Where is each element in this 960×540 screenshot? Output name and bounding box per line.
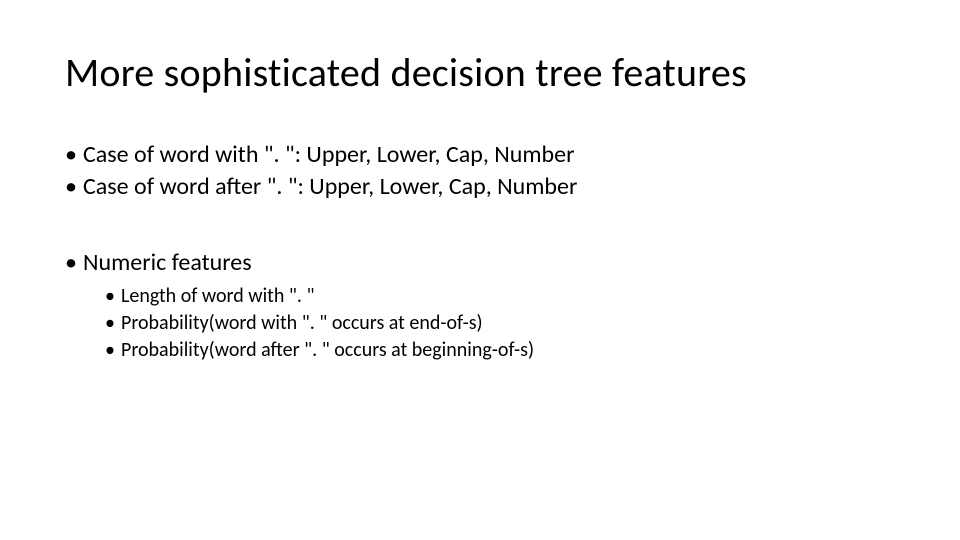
sub-bullet-group: •Length of word with ". " •Probability(w…: [105, 284, 885, 363]
sub-bullet-item: •Probability(word with ". " occurs at en…: [105, 311, 885, 336]
sub-bullet-text: Probability(word after ". " occurs at be…: [121, 338, 534, 362]
bullet-icon: •: [65, 172, 83, 202]
bullet-item: •Case of word with ". ": Upper, Lower, C…: [65, 140, 885, 170]
bullet-icon: •: [65, 140, 83, 170]
bullet-text: Numeric features: [83, 248, 252, 277]
sub-bullet-item: •Probability(word after ". " occurs at b…: [105, 338, 885, 363]
sub-bullet-item: •Length of word with ". ": [105, 284, 885, 309]
slide: More sophisticated decision tree feature…: [0, 0, 960, 540]
sub-bullet-text: Probability(word with ". " occurs at end…: [121, 311, 483, 335]
bullet-icon: •: [105, 311, 121, 336]
bullet-text: Case of word after ". ": Upper, Lower, C…: [83, 172, 577, 201]
slide-title: More sophisticated decision tree feature…: [65, 48, 747, 97]
bullet-icon: •: [105, 284, 121, 309]
bullet-icon: •: [65, 248, 83, 278]
bullet-icon: •: [105, 338, 121, 363]
bullet-item: •Case of word after ". ": Upper, Lower, …: [65, 172, 885, 202]
sub-bullet-text: Length of word with ". ": [121, 284, 315, 308]
slide-body: •Case of word with ". ": Upper, Lower, C…: [65, 140, 885, 365]
bullet-item: •Numeric features: [65, 248, 885, 278]
bullet-text: Case of word with ". ": Upper, Lower, Ca…: [83, 140, 574, 169]
